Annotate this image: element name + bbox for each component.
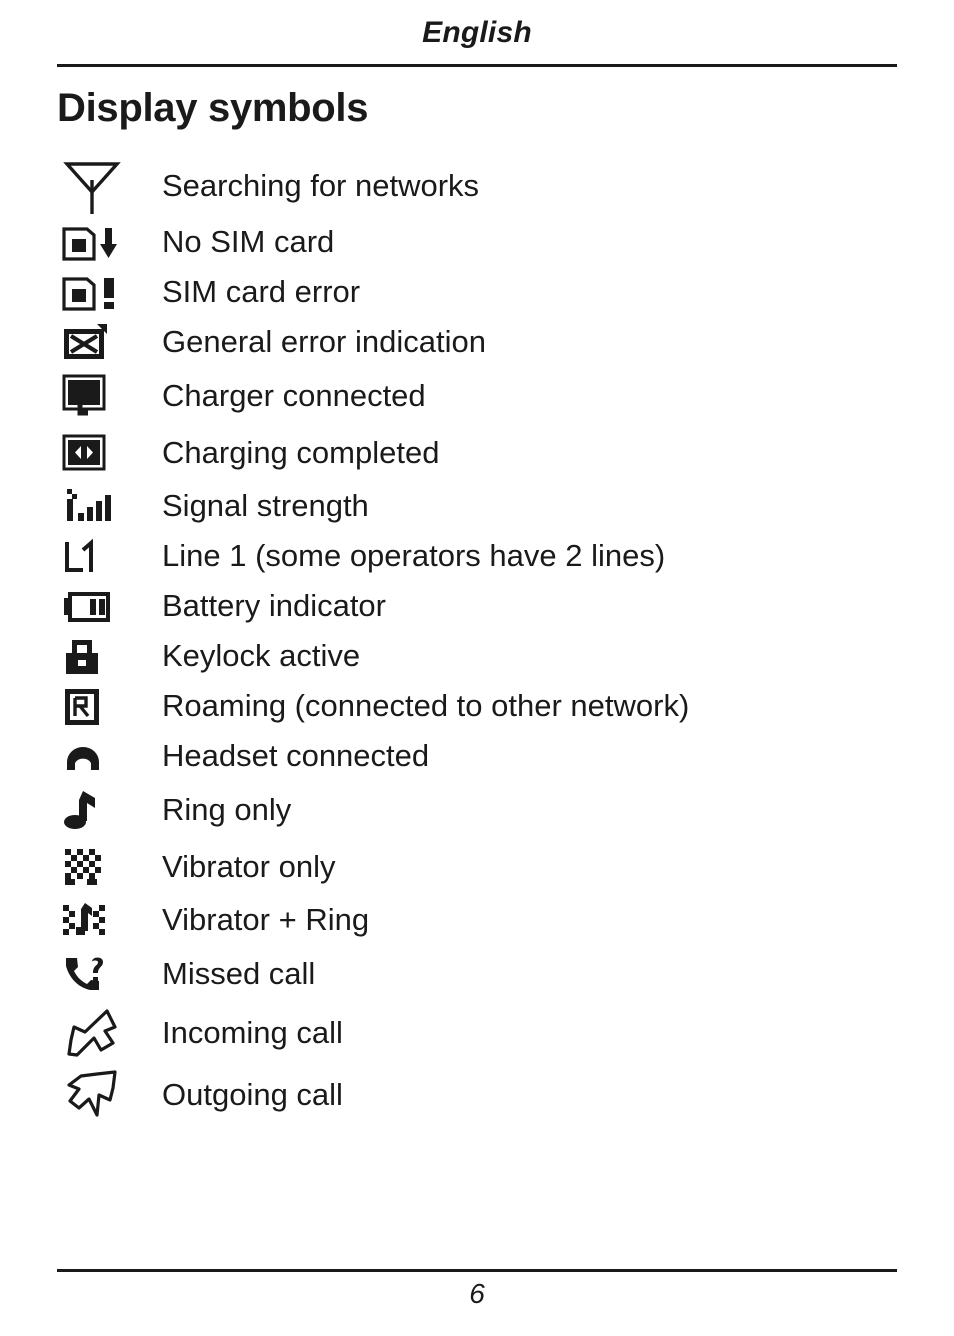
symbol-row: Charger connected: [57, 368, 897, 425]
symbol-row: Headset connected: [57, 732, 897, 782]
symbol-label: Incoming call: [162, 1015, 343, 1051]
symbol-row: Incoming call: [57, 1003, 897, 1065]
symbol-label: Outgoing call: [162, 1077, 343, 1113]
symbol-row: General error indication: [57, 318, 897, 368]
display-symbols-list: Searching for networks No SIM card SIM c…: [57, 156, 897, 1127]
symbol-row: Line 1 (some operators have 2 lines): [57, 532, 897, 582]
symbol-label: Vibrator + Ring: [162, 902, 370, 938]
charger-connected-icon: [57, 372, 162, 420]
sim-card-missing-icon: [57, 223, 162, 263]
page-title: Display symbols: [57, 86, 369, 130]
symbol-row: Charging completed: [57, 425, 897, 482]
symbol-label: Signal strength: [162, 488, 369, 524]
symbol-row: Keylock active: [57, 632, 897, 682]
page-footer: 6: [57, 1269, 897, 1308]
keylock-icon: [57, 636, 162, 678]
symbol-row: Outgoing call: [57, 1065, 897, 1127]
document-page: English Display symbols Searching for ne…: [0, 0, 954, 1336]
symbol-label: Roaming (connected to other network): [162, 688, 690, 724]
symbol-label: Charger connected: [162, 377, 426, 413]
charging-completed-icon: [57, 431, 162, 475]
ring-only-icon: [57, 787, 162, 833]
symbol-label: General error indication: [162, 324, 486, 360]
symbol-row: Signal strength: [57, 482, 897, 532]
symbol-row: Vibrator + Ring: [57, 896, 897, 946]
header-rule: [57, 64, 897, 67]
symbol-row: Battery indicator: [57, 582, 897, 632]
page-number: 6: [469, 1278, 485, 1309]
vibrator-plus-ring-icon: [57, 899, 162, 943]
symbol-row: Vibrator only: [57, 839, 897, 896]
symbol-row: Roaming (connected to other network): [57, 682, 897, 732]
symbol-label: Line 1 (some operators have 2 lines): [162, 538, 666, 574]
signal-strength-icon: [57, 485, 162, 529]
vibrator-only-icon: [57, 845, 162, 889]
symbol-label: Battery indicator: [162, 588, 386, 624]
headset-connected-icon: [57, 738, 162, 776]
symbol-label: Searching for networks: [162, 168, 480, 204]
symbol-row: SIM card error: [57, 268, 897, 318]
symbol-label: Headset connected: [162, 738, 430, 774]
line-1-icon: [57, 536, 162, 578]
symbol-row: Missed call: [57, 946, 897, 1003]
symbol-label: Missed call: [162, 955, 316, 991]
outgoing-call-icon: [57, 1068, 162, 1124]
symbol-label: Keylock active: [162, 638, 361, 674]
symbol-row: Ring only: [57, 782, 897, 839]
general-error-icon: [57, 322, 162, 364]
symbol-row: No SIM card: [57, 218, 897, 268]
antenna-searching-icon: [57, 158, 162, 216]
symbol-label: Vibrator only: [162, 848, 336, 884]
symbol-label: Charging completed: [162, 434, 440, 470]
symbol-label: SIM card error: [162, 274, 361, 310]
battery-indicator-icon: [57, 589, 162, 625]
sim-card-error-icon: [57, 273, 162, 313]
symbol-row: Searching for networks: [57, 156, 897, 218]
running-head: English: [422, 16, 532, 49]
incoming-call-icon: [57, 1006, 162, 1062]
roaming-icon: [57, 686, 162, 728]
symbol-label: Ring only: [162, 791, 292, 827]
footer-rule: [57, 1269, 897, 1272]
missed-call-icon: [57, 952, 162, 996]
symbol-label: No SIM card: [162, 224, 335, 260]
